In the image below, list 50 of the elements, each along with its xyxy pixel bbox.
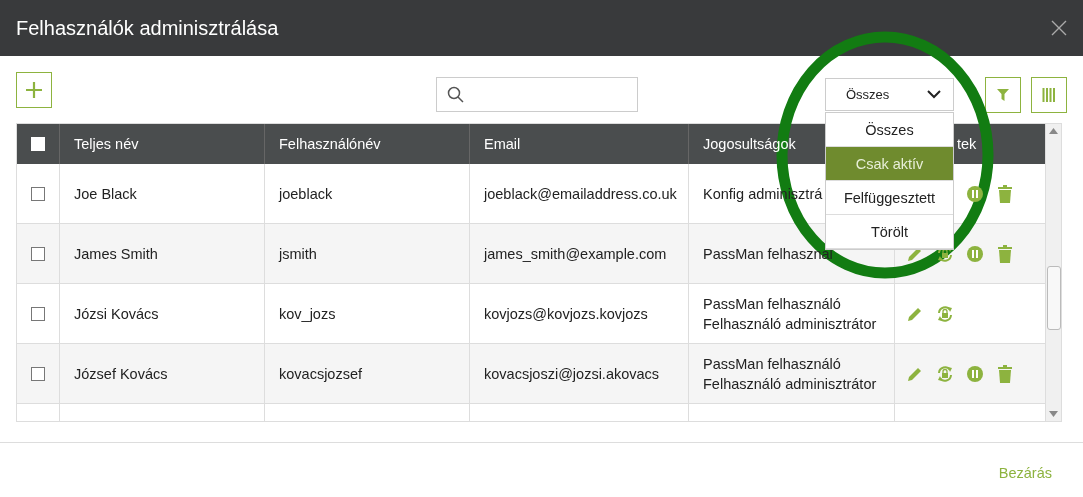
columns-icon [1042, 88, 1056, 102]
column-header: Teljes név [74, 136, 139, 152]
table-cell-text: Józsi Kovács [74, 304, 159, 324]
table-cell-text: kovacsjozsef [279, 364, 362, 384]
table-cell-text: kovjozs@kovjozs.kovjozs [484, 304, 648, 324]
trash-icon[interactable] [997, 364, 1013, 383]
trash-icon[interactable] [997, 184, 1013, 203]
row-checkbox[interactable] [31, 306, 45, 321]
window-title: Felhasználók adminisztrálása [16, 16, 279, 40]
close-icon[interactable] [1051, 20, 1067, 36]
table-cell-text: PassMan felhasználó Felhasználó adminisztrátor [703, 294, 877, 334]
scrollbar-thumb[interactable] [1047, 266, 1062, 330]
search-icon [447, 85, 465, 104]
row-checkbox[interactable] [31, 366, 45, 381]
table-cell-text: jsmith [279, 244, 317, 264]
pause-icon[interactable] [966, 184, 984, 203]
filter-icon [997, 89, 1009, 101]
plus-icon [25, 80, 43, 99]
search-field[interactable] [436, 77, 638, 112]
status-dropdown[interactable]: Összes [825, 78, 954, 111]
row-checkbox[interactable] [31, 186, 45, 201]
scrollbar[interactable] [1045, 124, 1061, 421]
row-checkbox[interactable] [31, 246, 45, 261]
table-cell-text: Joe Black [74, 184, 137, 204]
table-cell-text: james_smith@example.com [484, 244, 667, 264]
chevron-icon [927, 90, 941, 99]
table-cell-text: joeblack [279, 184, 333, 204]
pause-icon[interactable] [966, 244, 984, 263]
table-cell-text: James Smith [74, 244, 158, 264]
filter-button[interactable] [985, 77, 1021, 113]
table-cell-text: kovacsjoszi@jozsi.akovacs [484, 364, 660, 384]
lock-refresh-icon[interactable] [936, 304, 954, 323]
table-cell-text: joeblack@emailaddress.co.uk [484, 184, 677, 204]
table-cell-text: kov_jozs [279, 304, 336, 324]
trash-icon[interactable] [997, 244, 1013, 263]
scroll-down-icon[interactable] [1049, 411, 1059, 417]
columns-button[interactable] [1031, 77, 1067, 113]
column-header: Jogosultságok [703, 136, 796, 152]
scroll-up-icon[interactable] [1049, 128, 1059, 134]
pause-icon[interactable] [966, 364, 984, 383]
add-button[interactable] [16, 71, 52, 108]
dropdown-option[interactable]: Törölt [826, 215, 953, 249]
table-cell-text: József Kovács [74, 364, 168, 384]
column-header: Email [484, 136, 521, 152]
column-header: Felhasználónév [279, 136, 381, 152]
table-cell-text: PassMan felhasználó Felhasználó adminisztrátor [703, 354, 877, 394]
column-header: tek [957, 136, 977, 152]
lock-refresh-icon[interactable] [936, 364, 954, 383]
dropdown-option[interactable]: Felfüggesztett [826, 181, 953, 215]
select-all-checkbox[interactable] [31, 137, 45, 151]
